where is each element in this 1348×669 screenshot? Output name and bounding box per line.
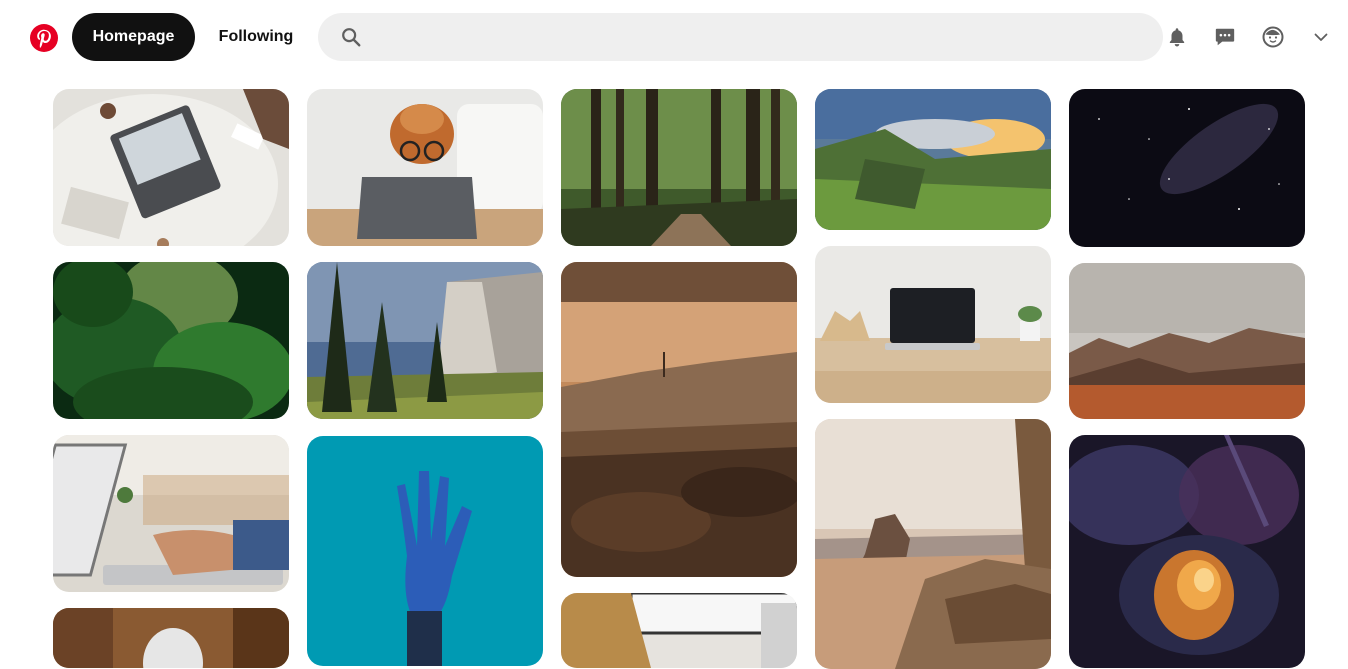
pin-robotic-hand[interactable]: [307, 436, 543, 666]
pin-robot-interior[interactable]: [53, 608, 289, 668]
pin-desert-sunset[interactable]: [561, 262, 797, 577]
pin-forest-path[interactable]: [561, 89, 797, 246]
pin-mountain-cliff[interactable]: [307, 262, 543, 419]
pin-dog-tablet[interactable]: [307, 89, 543, 246]
pin-desert-rocks[interactable]: [815, 419, 1051, 669]
pin-desert-hills[interactable]: [1069, 263, 1305, 419]
pin-jungle[interactable]: [53, 262, 289, 419]
pin-person-laptop[interactable]: [561, 593, 797, 668]
pin-typing-laptop[interactable]: [53, 435, 289, 592]
pin-laptop-desk[interactable]: [53, 89, 289, 246]
pin-laptop-wood-table[interactable]: [815, 246, 1051, 403]
pin-starry-sky[interactable]: [1069, 89, 1305, 247]
pin-feed: [0, 0, 1348, 669]
pin-nebula[interactable]: [1069, 435, 1305, 668]
pin-mountain-valley[interactable]: [815, 89, 1051, 230]
